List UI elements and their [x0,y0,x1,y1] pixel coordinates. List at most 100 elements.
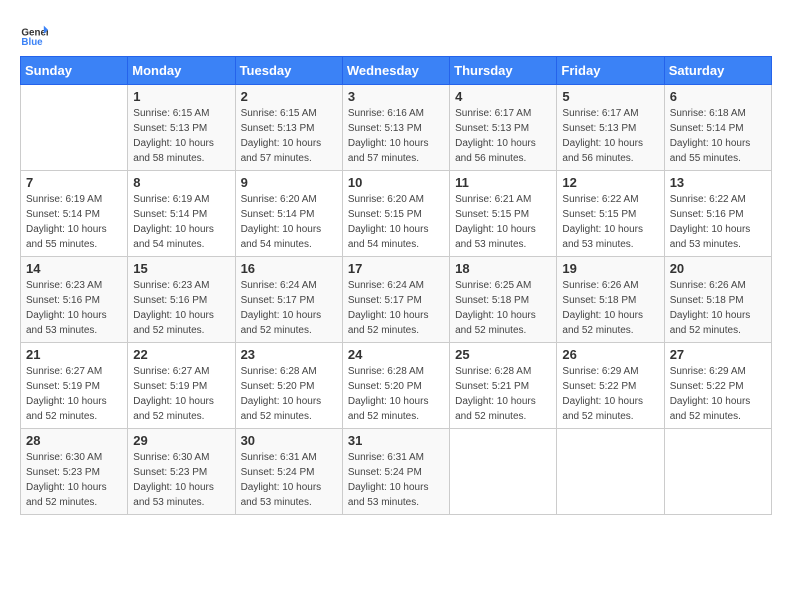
day-number: 10 [348,175,444,190]
day-info: Sunrise: 6:29 AM Sunset: 5:22 PM Dayligh… [562,364,658,424]
day-number: 18 [455,261,551,276]
day-cell: 12 Sunrise: 6:22 AM Sunset: 5:15 PM Dayli… [557,171,664,257]
day-cell: 24 Sunrise: 6:28 AM Sunset: 5:20 PM Dayli… [342,343,449,429]
day-cell: 25 Sunrise: 6:28 AM Sunset: 5:21 PM Dayli… [450,343,557,429]
day-number: 19 [562,261,658,276]
day-number: 12 [562,175,658,190]
day-info: Sunrise: 6:15 AM Sunset: 5:13 PM Dayligh… [241,106,337,166]
week-row-5: 28 Sunrise: 6:30 AM Sunset: 5:23 PM Dayli… [21,429,772,515]
day-cell [664,429,771,515]
day-number: 23 [241,347,337,362]
day-info: Sunrise: 6:22 AM Sunset: 5:16 PM Dayligh… [670,192,766,252]
day-number: 30 [241,433,337,448]
day-header-tuesday: Tuesday [235,57,342,85]
day-info: Sunrise: 6:29 AM Sunset: 5:22 PM Dayligh… [670,364,766,424]
page-header: General Blue [20,20,772,48]
day-number: 31 [348,433,444,448]
day-cell: 10 Sunrise: 6:20 AM Sunset: 5:15 PM Dayli… [342,171,449,257]
day-cell: 17 Sunrise: 6:24 AM Sunset: 5:17 PM Dayli… [342,257,449,343]
day-cell: 9 Sunrise: 6:20 AM Sunset: 5:14 PM Daylig… [235,171,342,257]
day-cell: 29 Sunrise: 6:30 AM Sunset: 5:23 PM Dayli… [128,429,235,515]
day-info: Sunrise: 6:28 AM Sunset: 5:20 PM Dayligh… [348,364,444,424]
day-cell: 28 Sunrise: 6:30 AM Sunset: 5:23 PM Dayli… [21,429,128,515]
day-cell: 18 Sunrise: 6:25 AM Sunset: 5:18 PM Dayli… [450,257,557,343]
day-info: Sunrise: 6:27 AM Sunset: 5:19 PM Dayligh… [26,364,122,424]
day-header-monday: Monday [128,57,235,85]
day-info: Sunrise: 6:30 AM Sunset: 5:23 PM Dayligh… [26,450,122,510]
day-number: 17 [348,261,444,276]
day-info: Sunrise: 6:23 AM Sunset: 5:16 PM Dayligh… [133,278,229,338]
day-info: Sunrise: 6:20 AM Sunset: 5:15 PM Dayligh… [348,192,444,252]
logo: General Blue [20,20,48,48]
day-cell: 14Sunrise: 6:23 AM Sunset: 5:16 PM Dayli… [21,257,128,343]
day-number: 9 [241,175,337,190]
day-number: 14 [26,261,122,276]
day-info: Sunrise: 6:19 AM Sunset: 5:14 PM Dayligh… [26,192,122,252]
day-cell: 23 Sunrise: 6:28 AM Sunset: 5:20 PM Dayli… [235,343,342,429]
day-number: 21 [26,347,122,362]
day-info: Sunrise: 6:27 AM Sunset: 5:19 PM Dayligh… [133,364,229,424]
day-number: 27 [670,347,766,362]
day-number: 24 [348,347,444,362]
day-info: Sunrise: 6:15 AM Sunset: 5:13 PM Dayligh… [133,106,229,166]
day-cell: 2 Sunrise: 6:15 AM Sunset: 5:13 PM Daylig… [235,85,342,171]
day-info: Sunrise: 6:16 AM Sunset: 5:13 PM Dayligh… [348,106,444,166]
week-row-4: 21 Sunrise: 6:27 AM Sunset: 5:19 PM Dayli… [21,343,772,429]
day-number: 7 [26,175,122,190]
day-header-saturday: Saturday [664,57,771,85]
day-number: 29 [133,433,229,448]
day-cell: 1 Sunrise: 6:15 AM Sunset: 5:13 PM Daylig… [128,85,235,171]
day-cell: 21 Sunrise: 6:27 AM Sunset: 5:19 PM Dayli… [21,343,128,429]
day-info: Sunrise: 6:31 AM Sunset: 5:24 PM Dayligh… [241,450,337,510]
day-cell: 13 Sunrise: 6:22 AM Sunset: 5:16 PM Dayli… [664,171,771,257]
day-info: Sunrise: 6:18 AM Sunset: 5:14 PM Dayligh… [670,106,766,166]
day-info: Sunrise: 6:25 AM Sunset: 5:18 PM Dayligh… [455,278,551,338]
day-cell: 8Sunrise: 6:19 AM Sunset: 5:14 PM Daylig… [128,171,235,257]
day-info: Sunrise: 6:28 AM Sunset: 5:20 PM Dayligh… [241,364,337,424]
day-info: Sunrise: 6:31 AM Sunset: 5:24 PM Dayligh… [348,450,444,510]
day-number: 6 [670,89,766,104]
day-cell: 26 Sunrise: 6:29 AM Sunset: 5:22 PM Dayli… [557,343,664,429]
day-cell: 19 Sunrise: 6:26 AM Sunset: 5:18 PM Dayli… [557,257,664,343]
day-info: Sunrise: 6:26 AM Sunset: 5:18 PM Dayligh… [670,278,766,338]
day-number: 26 [562,347,658,362]
day-number: 16 [241,261,337,276]
day-cell: 5Sunrise: 6:17 AM Sunset: 5:13 PM Daylig… [557,85,664,171]
day-cell [450,429,557,515]
day-cell: 15 Sunrise: 6:23 AM Sunset: 5:16 PM Dayli… [128,257,235,343]
day-info: Sunrise: 6:26 AM Sunset: 5:18 PM Dayligh… [562,278,658,338]
day-cell: 4Sunrise: 6:17 AM Sunset: 5:13 PM Daylig… [450,85,557,171]
day-header-thursday: Thursday [450,57,557,85]
day-number: 25 [455,347,551,362]
day-cell: 11 Sunrise: 6:21 AM Sunset: 5:15 PM Dayli… [450,171,557,257]
day-number: 11 [455,175,551,190]
day-info: Sunrise: 6:24 AM Sunset: 5:17 PM Dayligh… [348,278,444,338]
day-number: 3 [348,89,444,104]
day-number: 13 [670,175,766,190]
calendar-table: SundayMondayTuesdayWednesdayThursdayFrid… [20,56,772,515]
week-row-1: 1 Sunrise: 6:15 AM Sunset: 5:13 PM Daylig… [21,85,772,171]
day-info: Sunrise: 6:22 AM Sunset: 5:15 PM Dayligh… [562,192,658,252]
week-row-2: 7 Sunrise: 6:19 AM Sunset: 5:14 PM Daylig… [21,171,772,257]
day-header-wednesday: Wednesday [342,57,449,85]
day-cell: 27 Sunrise: 6:29 AM Sunset: 5:22 PM Dayli… [664,343,771,429]
svg-text:Blue: Blue [21,37,43,48]
day-cell: 16Sunrise: 6:24 AM Sunset: 5:17 PM Dayli… [235,257,342,343]
day-cell: 6 Sunrise: 6:18 AM Sunset: 5:14 PM Daylig… [664,85,771,171]
day-number: 5 [562,89,658,104]
day-info: Sunrise: 6:20 AM Sunset: 5:14 PM Dayligh… [241,192,337,252]
day-number: 8 [133,175,229,190]
day-cell: 22 Sunrise: 6:27 AM Sunset: 5:19 PM Dayli… [128,343,235,429]
day-info: Sunrise: 6:30 AM Sunset: 5:23 PM Dayligh… [133,450,229,510]
day-cell: 7 Sunrise: 6:19 AM Sunset: 5:14 PM Daylig… [21,171,128,257]
day-number: 15 [133,261,229,276]
day-number: 22 [133,347,229,362]
day-cell: 3 Sunrise: 6:16 AM Sunset: 5:13 PM Daylig… [342,85,449,171]
day-number: 2 [241,89,337,104]
day-cell [557,429,664,515]
day-cell: 31 Sunrise: 6:31 AM Sunset: 5:24 PM Dayli… [342,429,449,515]
day-number: 1 [133,89,229,104]
day-number: 28 [26,433,122,448]
day-info: Sunrise: 6:28 AM Sunset: 5:21 PM Dayligh… [455,364,551,424]
day-info: Sunrise: 6:21 AM Sunset: 5:15 PM Dayligh… [455,192,551,252]
